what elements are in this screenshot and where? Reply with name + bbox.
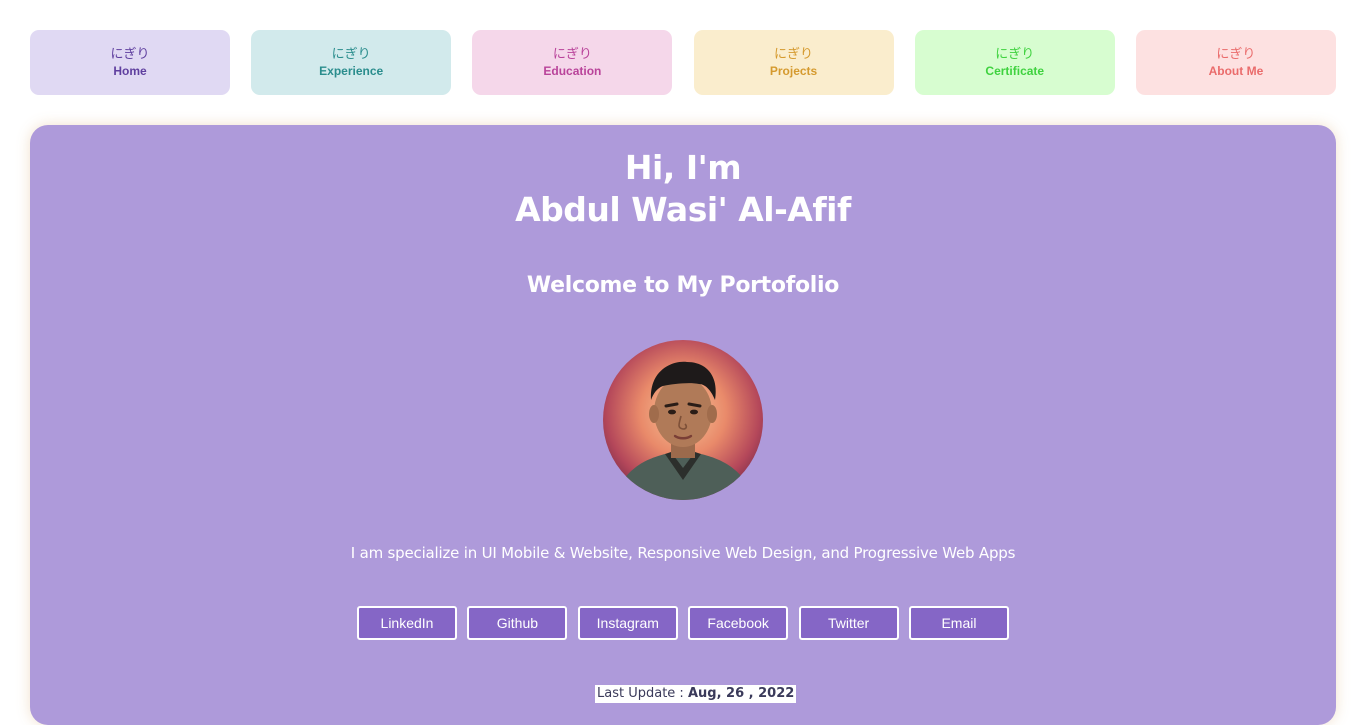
last-update-label: Last Update : [597,686,684,701]
nav-item-projects[interactable]: にぎり Projects [693,30,894,95]
nav-item-certificate[interactable]: にぎり Certificate [914,30,1115,95]
facebook-button[interactable]: Facebook [688,606,789,640]
nav-item-jp-text: にぎり [110,47,150,62]
last-update-badge: Last Update : Aug, 26 , 2022 [595,685,797,703]
nav-item-education[interactable]: にぎり Education [472,30,673,95]
nav-item-experience[interactable]: にぎり Experience [251,30,452,95]
nav-item-jp-text: にぎり [995,47,1035,62]
email-button[interactable]: Email [908,606,1009,640]
github-button[interactable]: Github [467,606,568,640]
last-update-date: Aug, 26 , 2022 [687,686,795,701]
hero-tagline: I am specialize in UI Mobile & Website, … [350,544,1016,562]
nav-item-label: Certificate [985,64,1045,78]
social-links: LinkedIn Github Instagram Facebook Twitt… [357,606,1009,640]
nav-item-jp-text: にぎり [1216,47,1256,62]
avatar-illustration [603,340,763,500]
hero-greeting: Hi, I'm [624,148,742,187]
nav-item-about-me[interactable]: にぎり About Me [1135,30,1336,95]
twitter-button[interactable]: Twitter [798,606,899,640]
hero-name: Abdul Wasi' Al-Afif [515,190,851,229]
top-navigation: にぎり Home にぎり Experience にぎり Education にぎ… [30,30,1336,95]
nav-item-jp-text: にぎり [331,47,371,62]
nav-item-jp-text: にぎり [774,47,814,62]
nav-item-label: Projects [769,64,818,78]
nav-item-label: Experience [319,64,384,78]
hero-card: Hi, I'm Abdul Wasi' Al-Afif Welcome to M… [30,125,1336,725]
nav-item-label: Home [113,64,147,78]
nav-item-label: Education [543,64,602,78]
hero-welcome: Welcome to My Portofolio [526,273,840,298]
avatar [603,340,763,500]
linkedin-button[interactable]: LinkedIn [357,606,457,640]
nav-item-label: About Me [1208,64,1264,78]
instagram-button[interactable]: Instagram [577,606,678,640]
nav-item-jp-text: にぎり [552,47,592,62]
nav-item-home[interactable]: にぎり Home [30,30,230,95]
